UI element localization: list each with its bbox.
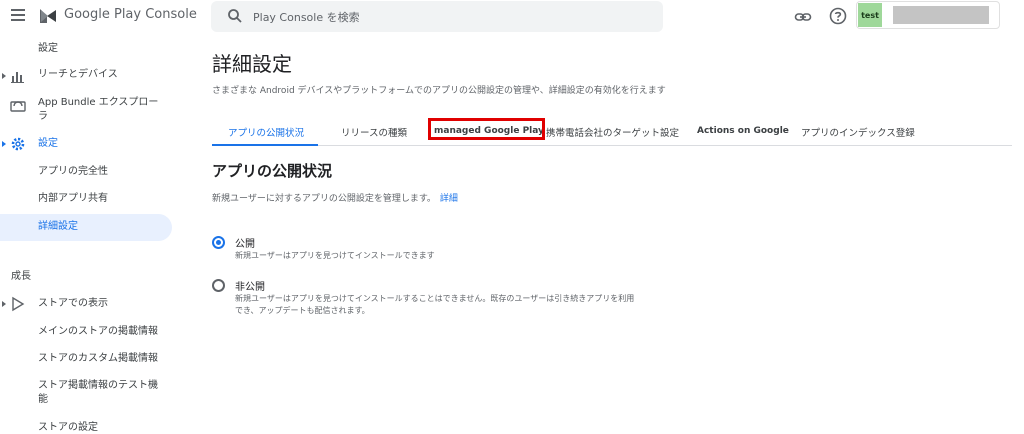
option-public-label: 公開 bbox=[235, 239, 255, 250]
sidebar-item-store-listing-experiments[interactable]: ストア掲載情報のテスト機能 bbox=[0, 377, 172, 409]
tab-release-types[interactable]: リリースの種類 bbox=[341, 125, 407, 139]
expand-arrow-icon bbox=[2, 301, 6, 307]
tab-app-indexing[interactable]: アプリのインデックス登録 bbox=[801, 125, 915, 139]
option-public-description: 新規ユーザーはアプリを見つけてインストールできます bbox=[235, 251, 435, 260]
play-console-logo-icon[interactable] bbox=[38, 6, 58, 26]
sidebar-nav: 設定 リーチとデバイス App Bundle エクスプローラ 設定 アプリの完全… bbox=[0, 36, 176, 434]
expand-arrow-icon bbox=[2, 141, 6, 147]
tab-bar: アプリの公開状況 リリースの種類 managed Google Play 携帯電… bbox=[212, 118, 1012, 146]
sidebar-item-advanced-settings[interactable]: 詳細設定 bbox=[0, 214, 172, 241]
sidebar-item-settings[interactable]: 設定 bbox=[0, 135, 172, 153]
page-title: 詳細設定 bbox=[212, 52, 292, 76]
bar-chart-icon bbox=[11, 72, 24, 83]
sidebar-item-store-settings[interactable]: ストアの設定 bbox=[0, 419, 172, 434]
tab-app-availability[interactable]: アプリの公開状況 bbox=[228, 125, 304, 139]
search-icon bbox=[228, 9, 242, 23]
redacted-account-name bbox=[893, 6, 989, 24]
radio-public[interactable] bbox=[212, 236, 225, 249]
expand-arrow-icon bbox=[2, 73, 6, 79]
section-description: 新規ユーザーに対するアプリの公開設定を管理します。 詳細 bbox=[212, 194, 458, 204]
account-switcher[interactable]: test bbox=[856, 1, 1000, 29]
sidebar-section-growth: 成長 bbox=[11, 271, 31, 282]
sidebar-item-app-integrity[interactable]: アプリの完全性 bbox=[0, 163, 172, 181]
option-unlisted-label: 非公開 bbox=[235, 282, 265, 293]
sidebar-item-store-presence[interactable]: ストアでの表示 bbox=[0, 295, 172, 313]
avatar: test bbox=[858, 3, 882, 27]
sidebar-item-app-bundle-explorer[interactable]: App Bundle エクスプローラ bbox=[0, 94, 172, 126]
section-title: アプリの公開状況 bbox=[212, 162, 333, 180]
tab-carrier-targeting[interactable]: 携帯電話会社のターゲット設定 bbox=[546, 125, 679, 139]
help-icon[interactable] bbox=[828, 6, 848, 26]
learn-more-link[interactable]: 詳細 bbox=[440, 194, 458, 204]
top-app-bar: Google Play Console test bbox=[0, 0, 1024, 36]
search-input[interactable] bbox=[253, 7, 643, 27]
sidebar-item-reach-devices[interactable]: リーチとデバイス bbox=[0, 66, 172, 84]
sidebar-item-settings-top[interactable]: 設定 bbox=[0, 41, 172, 57]
search-bar[interactable] bbox=[211, 1, 663, 32]
link-icon[interactable] bbox=[793, 7, 813, 27]
app-name: Google Play Console bbox=[64, 7, 197, 22]
radio-unlisted[interactable] bbox=[212, 279, 225, 292]
tab-actions-on-google[interactable]: Actions on Google bbox=[697, 126, 789, 136]
play-triangle-icon bbox=[12, 296, 25, 312]
menu-icon[interactable] bbox=[11, 9, 25, 21]
sidebar-item-internal-app-sharing[interactable]: 内部アプリ共有 bbox=[0, 190, 172, 208]
android-icon bbox=[10, 101, 26, 112]
gear-icon bbox=[11, 137, 25, 151]
active-tab-indicator bbox=[212, 144, 318, 146]
page-description: さまざまな Android デバイスやプラットフォームでのアプリの公開設定の管理… bbox=[212, 86, 666, 96]
sidebar-item-custom-store-listing[interactable]: ストアのカスタム掲載情報 bbox=[0, 350, 172, 368]
highlight-annotation-box bbox=[428, 118, 545, 140]
sidebar-item-main-store-listing[interactable]: メインのストアの掲載情報 bbox=[0, 323, 172, 341]
option-unlisted-description: 新規ユーザーはアプリを見つけてインストールすることはできません。既存のユーザーは… bbox=[235, 294, 635, 315]
